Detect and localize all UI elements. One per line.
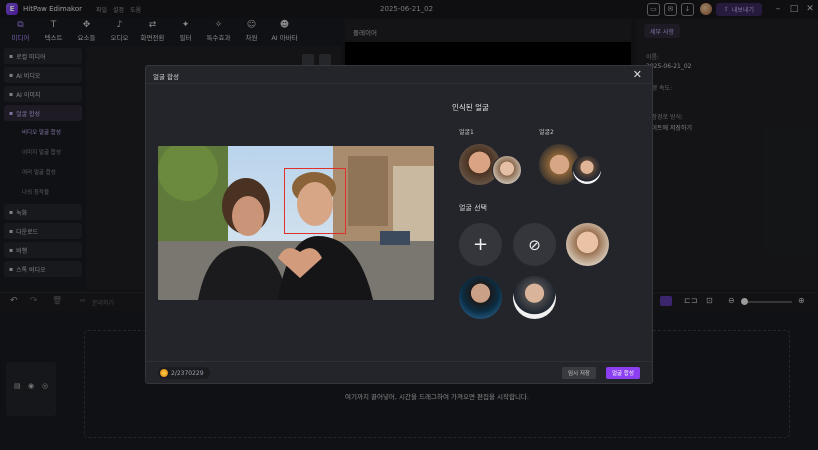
coin-icon [160,369,168,377]
recognized-faces-title: 인식된 얼굴 [452,103,489,112]
add-face-button[interactable]: + [459,223,502,266]
close-icon[interactable]: ✕ [633,68,642,81]
dialog-title: 얼굴 합성 [153,73,179,81]
detected-face-box[interactable] [284,168,346,234]
preset-face-2[interactable] [459,276,502,319]
no-face-button[interactable]: ⊘ [513,223,556,266]
face-swap-dialog: 얼굴 합성 ✕ 인식된 얼굴 얼굴1 얼굴2 얼굴 선택 + ⊘ 2/23702… [145,65,653,384]
credits-count: 2/2370229 [171,369,204,377]
plus-icon: + [472,234,489,255]
ban-icon: ⊘ [528,235,541,254]
face1-label: 얼굴1 [459,129,474,136]
face2-target-avatar[interactable] [572,155,602,185]
preset-face-3[interactable] [513,276,556,319]
preset-face-1[interactable] [566,223,609,266]
face2-label: 얼굴2 [539,129,554,136]
dialog-footer: 2/2370229 임시 저장 얼굴 합성 [146,361,652,383]
credits-badge: 2/2370229 [158,367,210,379]
generate-button[interactable]: 얼굴 합성 [606,367,640,379]
temp-save-button[interactable]: 임시 저장 [562,367,596,379]
source-photo [158,146,434,300]
select-face-title: 얼굴 선택 [459,204,487,212]
dialog-header: 얼굴 합성 ✕ [146,66,652,84]
face1-target-avatar[interactable] [492,155,522,185]
